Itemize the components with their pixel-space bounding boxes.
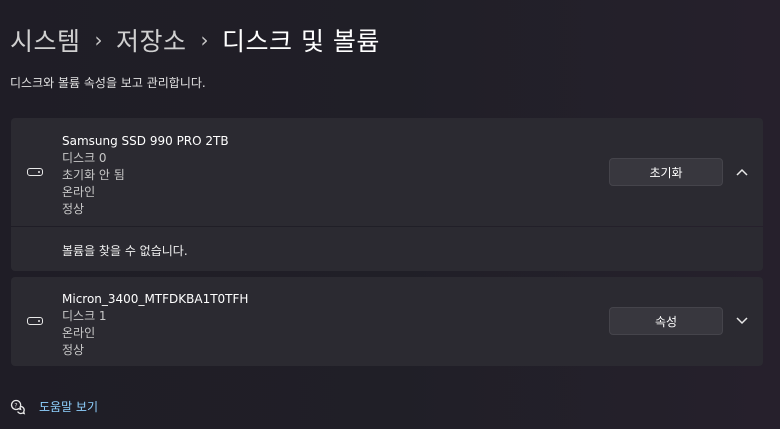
chevron-down-icon[interactable]: [735, 314, 749, 328]
breadcrumb-separator: ›: [94, 28, 104, 52]
drive-icon: [27, 317, 43, 325]
volume-panel: 볼륨을 찾을 수 없습니다.: [11, 227, 763, 271]
disk-online-status: 온라인: [62, 326, 96, 340]
disk-name: Samsung SSD 990 PRO 2TB: [62, 134, 229, 148]
drive-icon: [27, 168, 43, 176]
disk-init-status: 초기화 안 됨: [62, 168, 125, 182]
chevron-up-icon[interactable]: [735, 165, 749, 179]
disk-card-1[interactable]: Micron_3400_MTFDKBA1T0TFH 디스크 1 온라인 정상 속…: [11, 277, 763, 366]
breadcrumb: 시스템 › 저장소 › 디스크 및 볼륨: [10, 22, 380, 58]
disk-health-status: 정상: [62, 202, 85, 216]
help-link[interactable]: 도움말 보기: [39, 398, 98, 415]
disk-number: 디스크 1: [62, 309, 107, 323]
page-title: 디스크 및 볼륨: [222, 27, 380, 56]
help-chat-icon: ?: [10, 399, 26, 414]
disk-online-status: 온라인: [62, 185, 96, 199]
initialize-button[interactable]: 초기화: [609, 158, 723, 186]
breadcrumb-separator: ›: [200, 28, 210, 52]
disk-number: 디스크 0: [62, 151, 107, 165]
page-subtitle: 디스크와 볼륨 속성을 보고 관리합니다.: [10, 76, 206, 90]
disk-name: Micron_3400_MTFDKBA1T0TFH: [62, 292, 249, 306]
disk-card-0[interactable]: Samsung SSD 990 PRO 2TB 디스크 0 초기화 안 됨 온라…: [11, 118, 763, 226]
svg-text:?: ?: [14, 402, 17, 409]
properties-button[interactable]: 속성: [609, 307, 723, 335]
help-link-row[interactable]: ? 도움말 보기: [10, 398, 98, 415]
no-volumes-message: 볼륨을 찾을 수 없습니다.: [62, 244, 188, 258]
breadcrumb-item-system[interactable]: 시스템: [10, 22, 81, 58]
breadcrumb-item-storage[interactable]: 저장소: [116, 22, 187, 58]
disk-info: Samsung SSD 990 PRO 2TB 디스크 0 초기화 안 됨 온라…: [62, 133, 229, 218]
disk-info: Micron_3400_MTFDKBA1T0TFH 디스크 1 온라인 정상: [62, 291, 248, 359]
disk-health-status: 정상: [62, 343, 85, 357]
